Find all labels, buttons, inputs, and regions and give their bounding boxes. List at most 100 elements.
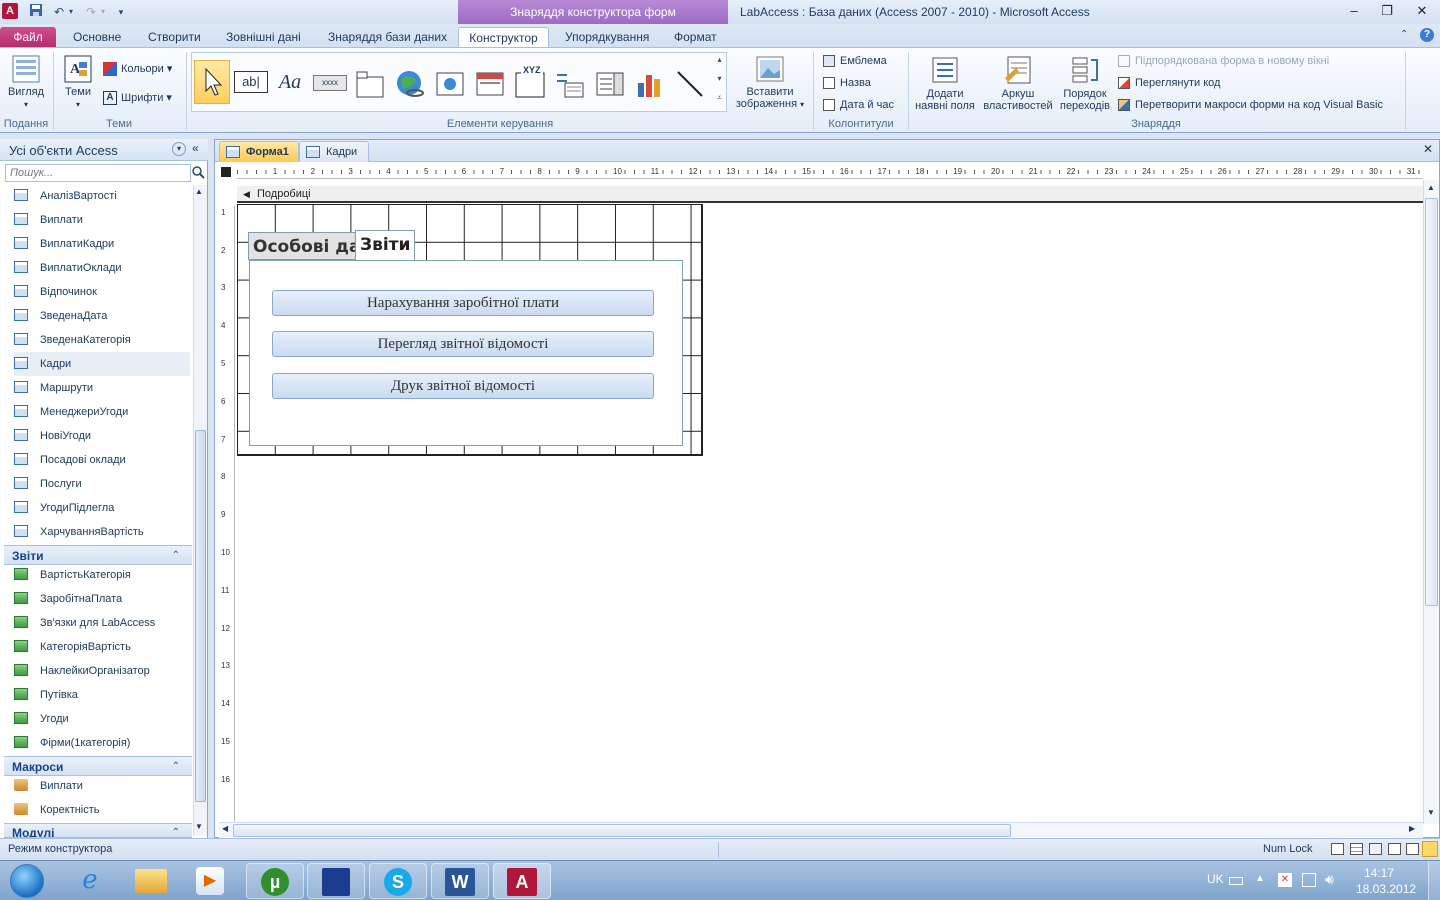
nav-item-form[interactable]: ХарчуванняВартість bbox=[14, 520, 190, 544]
show-desktop-button[interactable] bbox=[1428, 861, 1440, 900]
navigation-control-tool-button[interactable] bbox=[472, 60, 508, 104]
tab-database-tools[interactable]: Знаряддя бази даних bbox=[318, 27, 457, 48]
help-chevron-icon[interactable]: ⌃ bbox=[1400, 29, 1408, 40]
convert-macros-button[interactable]: Перетворити макроси форми на код Visual … bbox=[1118, 95, 1383, 115]
calculate-salary-button[interactable]: Нарахування заробітної плати bbox=[272, 290, 654, 316]
nav-item-form[interactable]: МенеджериУгоди bbox=[14, 400, 190, 424]
pivot-chart-view-icon[interactable] bbox=[1406, 843, 1419, 855]
explorer-folder-icon[interactable] bbox=[135, 869, 167, 893]
keyboard-icon[interactable] bbox=[1229, 877, 1243, 885]
help-icon[interactable]: ? bbox=[1420, 28, 1434, 42]
themes-button[interactable]: A Теми ▾ bbox=[58, 54, 98, 111]
scroll-thumb[interactable] bbox=[233, 824, 1011, 837]
show-hidden-icons-icon[interactable]: ▲ bbox=[1255, 873, 1265, 884]
nav-item-form[interactable]: ЗведенаДата bbox=[14, 304, 190, 328]
scroll-up-icon[interactable]: ▲ bbox=[195, 187, 203, 196]
detail-section-bar[interactable]: ◀ Подробиці bbox=[237, 186, 1423, 203]
nav-item-report[interactable]: НаклейкиОрганізатор bbox=[14, 659, 190, 683]
print-report-button[interactable]: Друк звітної відомості bbox=[272, 373, 654, 399]
nav-item-report[interactable]: Фірми(1категорія) bbox=[14, 731, 190, 755]
nav-item-report[interactable]: КатегоріяВартість bbox=[14, 635, 190, 659]
scroll-thumb[interactable] bbox=[195, 430, 206, 802]
tab-file[interactable]: Файл bbox=[0, 27, 56, 48]
nav-item-form-selected[interactable]: Кадри bbox=[14, 352, 190, 376]
chart-tool-button[interactable] bbox=[632, 60, 668, 104]
nav-menu-dropdown-icon[interactable]: ▾ bbox=[172, 142, 186, 156]
action-center-flag-icon[interactable]: ✕ bbox=[1278, 873, 1292, 887]
tab-create[interactable]: Створити bbox=[138, 27, 211, 48]
clock-time[interactable]: 14:17 bbox=[1359, 866, 1399, 880]
search-icon[interactable] bbox=[191, 165, 205, 181]
tab-format[interactable]: Формат bbox=[664, 27, 727, 48]
horizontal-scrollbar[interactable]: ◀ ▶ bbox=[219, 822, 1423, 838]
scroll-right-icon[interactable]: ▶ bbox=[1409, 824, 1415, 833]
tab-control-tool-button[interactable] bbox=[352, 60, 388, 104]
scroll-down-icon[interactable]: ▼ bbox=[1427, 808, 1435, 817]
tab-arrange[interactable]: Упорядкування bbox=[555, 27, 659, 48]
select-tool-button[interactable] bbox=[194, 60, 230, 104]
start-button[interactable] bbox=[6, 861, 48, 900]
nav-item-form[interactable]: Посадові оклади bbox=[14, 448, 190, 472]
add-existing-fields-button[interactable]: Додати наявні поля bbox=[912, 54, 978, 112]
nav-item-form[interactable]: АналізВартості bbox=[14, 184, 190, 208]
language-indicator[interactable]: UK bbox=[1207, 872, 1224, 886]
undo-dropdown-icon[interactable]: ▾ bbox=[66, 3, 76, 21]
nav-item-report[interactable]: ЗаробітнаПлата bbox=[14, 587, 190, 611]
date-time-button[interactable]: Дата й час bbox=[823, 95, 894, 115]
view-report-button[interactable]: Перегляд звітної відомості bbox=[272, 331, 654, 357]
nav-item-macro[interactable]: Виплати bbox=[14, 774, 190, 798]
word-taskbar-button[interactable]: W bbox=[431, 863, 489, 899]
nav-search-input[interactable] bbox=[5, 164, 191, 182]
vertical-scrollbar[interactable]: ▲ ▼ bbox=[1423, 180, 1439, 824]
close-button[interactable]: ✕ bbox=[1408, 2, 1436, 20]
internet-explorer-icon[interactable]: e bbox=[70, 865, 110, 897]
nav-item-form[interactable]: Послуги bbox=[14, 472, 190, 496]
tab-external-data[interactable]: Зовнішні дані bbox=[216, 27, 311, 48]
tab-home[interactable]: Основне bbox=[63, 27, 131, 48]
nav-item-report[interactable]: Угоди bbox=[14, 707, 190, 731]
nav-item-macro[interactable]: Коректність bbox=[14, 798, 190, 822]
layout-view-icon[interactable] bbox=[1369, 843, 1382, 855]
doc-tab-kadry[interactable]: Кадри bbox=[299, 141, 369, 162]
customize-qat-icon[interactable]: ▾ bbox=[114, 3, 128, 21]
nav-category-modules[interactable]: Модулі ⌃ bbox=[4, 823, 192, 838]
gallery-scroll-down-icon[interactable]: ▾ bbox=[713, 74, 726, 92]
scroll-up-icon[interactable]: ▲ bbox=[1427, 183, 1435, 192]
property-sheet-button[interactable]: Аркуш властивостей bbox=[981, 54, 1055, 112]
subform-new-window-button[interactable]: Підпорядкована форма в новому вікні bbox=[1118, 51, 1329, 71]
gallery-more-icon[interactable]: ⩡ bbox=[713, 93, 726, 111]
nav-category-reports[interactable]: Звіти ⌃ bbox=[4, 545, 192, 565]
combo-box-tool-button[interactable] bbox=[592, 60, 628, 104]
select-form-box[interactable] bbox=[221, 167, 231, 177]
restore-button[interactable]: ❐ bbox=[1373, 2, 1401, 20]
minimize-button[interactable]: – bbox=[1340, 2, 1368, 20]
utorrent-taskbar-button[interactable]: µ bbox=[246, 863, 304, 899]
web-browser-tool-button[interactable] bbox=[432, 60, 468, 104]
gallery-scroll-up-icon[interactable]: ▴ bbox=[713, 55, 726, 73]
nav-item-form[interactable]: Виплати bbox=[14, 208, 190, 232]
title-button[interactable]: Назва bbox=[823, 73, 871, 93]
nav-item-form[interactable]: Відпочинок bbox=[14, 280, 190, 304]
scroll-left-icon[interactable]: ◀ bbox=[222, 824, 228, 833]
datasheet-view-icon[interactable] bbox=[1350, 843, 1363, 855]
nav-item-form[interactable]: Маршрути bbox=[14, 376, 190, 400]
doc-tab-form1[interactable]: Форма1 bbox=[219, 141, 299, 162]
scroll-down-icon[interactable]: ▼ bbox=[195, 822, 203, 831]
nav-category-macros[interactable]: Макроси ⌃ bbox=[4, 756, 192, 776]
nav-item-report[interactable]: Зв'язки для LabAccess bbox=[14, 611, 190, 635]
nav-item-report[interactable]: Путівка bbox=[14, 683, 190, 707]
form-view-icon[interactable] bbox=[1331, 843, 1344, 855]
fonts-button[interactable]: A Шрифти ▾ bbox=[103, 88, 172, 108]
tab-control-page[interactable]: Нарахування заробітної плати Перегляд зв… bbox=[249, 260, 683, 446]
clock-date[interactable]: 18.03.2012 bbox=[1356, 882, 1416, 896]
insert-image-button[interactable]: Вставити зображення ▾ bbox=[731, 54, 809, 111]
redo-dropdown-icon[interactable]: ▾ bbox=[98, 3, 108, 21]
skype-taskbar-button[interactable]: S bbox=[369, 863, 427, 899]
view-button[interactable]: Вигляд ▾ bbox=[4, 54, 48, 111]
shutter-bar-close-icon[interactable]: « bbox=[192, 141, 199, 155]
nav-item-form[interactable]: УгодиПідлегла bbox=[14, 496, 190, 520]
nav-item-report[interactable]: ВартістьКатегорія bbox=[14, 563, 190, 587]
page-break-tool-button[interactable] bbox=[552, 60, 588, 104]
line-tool-button[interactable] bbox=[672, 60, 708, 104]
tab-order-button[interactable]: Порядок переходів bbox=[1057, 54, 1113, 112]
